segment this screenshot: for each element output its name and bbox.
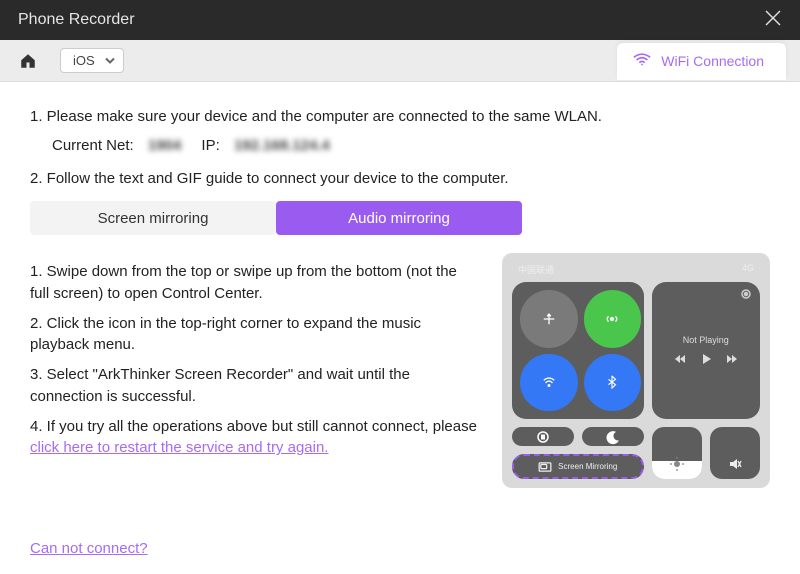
tab-audio-mirroring[interactable]: Audio mirroring [276,201,522,235]
guide-step-4: 4. If you try all the operations above b… [30,416,478,460]
os-select[interactable]: iOS [60,48,124,73]
instruction-1: 1. Please make sure your device and the … [30,106,770,127]
footer: Can not connect? [30,540,148,558]
screen-mirroring-label: Screen Mirroring [558,462,617,471]
signal-label: 4G [742,263,754,276]
guide-steps: 1. Swipe down from the top or swipe up f… [30,253,478,488]
orientation-lock-icon [512,427,574,446]
mirroring-tabs: Screen mirroring Audio mirroring [30,201,770,235]
chevron-down-icon [105,53,115,68]
close-icon[interactable] [764,9,782,32]
not-playing-label: Not Playing [683,335,729,345]
toolbar: iOS WiFi Connection [0,40,800,82]
guide-step-2: 2. Click the icon in the top-right corne… [30,313,478,357]
connectivity-panel [512,282,644,419]
volume-slider [710,427,760,479]
prev-icon [674,353,686,367]
wifi-toggle-icon [520,354,578,412]
cannot-connect-link[interactable]: Can not connect? [30,540,148,557]
screen-mirroring-button: Screen Mirroring [512,454,644,479]
os-select-value: iOS [73,53,95,68]
do-not-disturb-icon [582,427,644,446]
phone-status-bar: 中国联通 4G [512,263,760,282]
app-title: Phone Recorder [18,11,135,29]
control-center-preview: 中国联通 4G Not Playing [502,253,770,488]
ip-value: 192.168.124.4 [234,137,330,154]
bluetooth-icon [584,354,642,412]
current-net-value: 1904 [148,137,181,154]
current-net-label: Current Net: [52,137,134,154]
titlebar: Phone Recorder [0,0,800,40]
wifi-connection-tab[interactable]: WiFi Connection [617,43,786,80]
guide-step-3: 3. Select "ArkThinker Screen Recorder" a… [30,364,478,408]
tab-screen-mirroring[interactable]: Screen mirroring [30,201,276,235]
cellular-icon [584,290,642,348]
restart-service-link[interactable]: click here to restart the service and tr… [30,439,328,456]
instruction-2: 2. Follow the text and GIF guide to conn… [30,168,770,189]
guide-step-1: 1. Swipe down from the top or swipe up f… [30,261,478,305]
music-panel: Not Playing [652,282,761,419]
wifi-icon [633,53,651,70]
carrier-label: 中国联通 [518,263,554,276]
wifi-tab-label: WiFi Connection [661,53,764,69]
expand-music-icon [740,288,752,300]
ip-label: IP: [201,137,219,154]
next-icon [726,353,738,367]
airplane-icon [520,290,578,348]
play-icon [700,353,712,367]
content: 1. Please make sure your device and the … [0,82,800,488]
network-info: Current Net: 1904 IP: 192.168.124.4 [52,137,770,154]
home-button[interactable] [14,47,42,75]
brightness-slider [652,427,702,479]
